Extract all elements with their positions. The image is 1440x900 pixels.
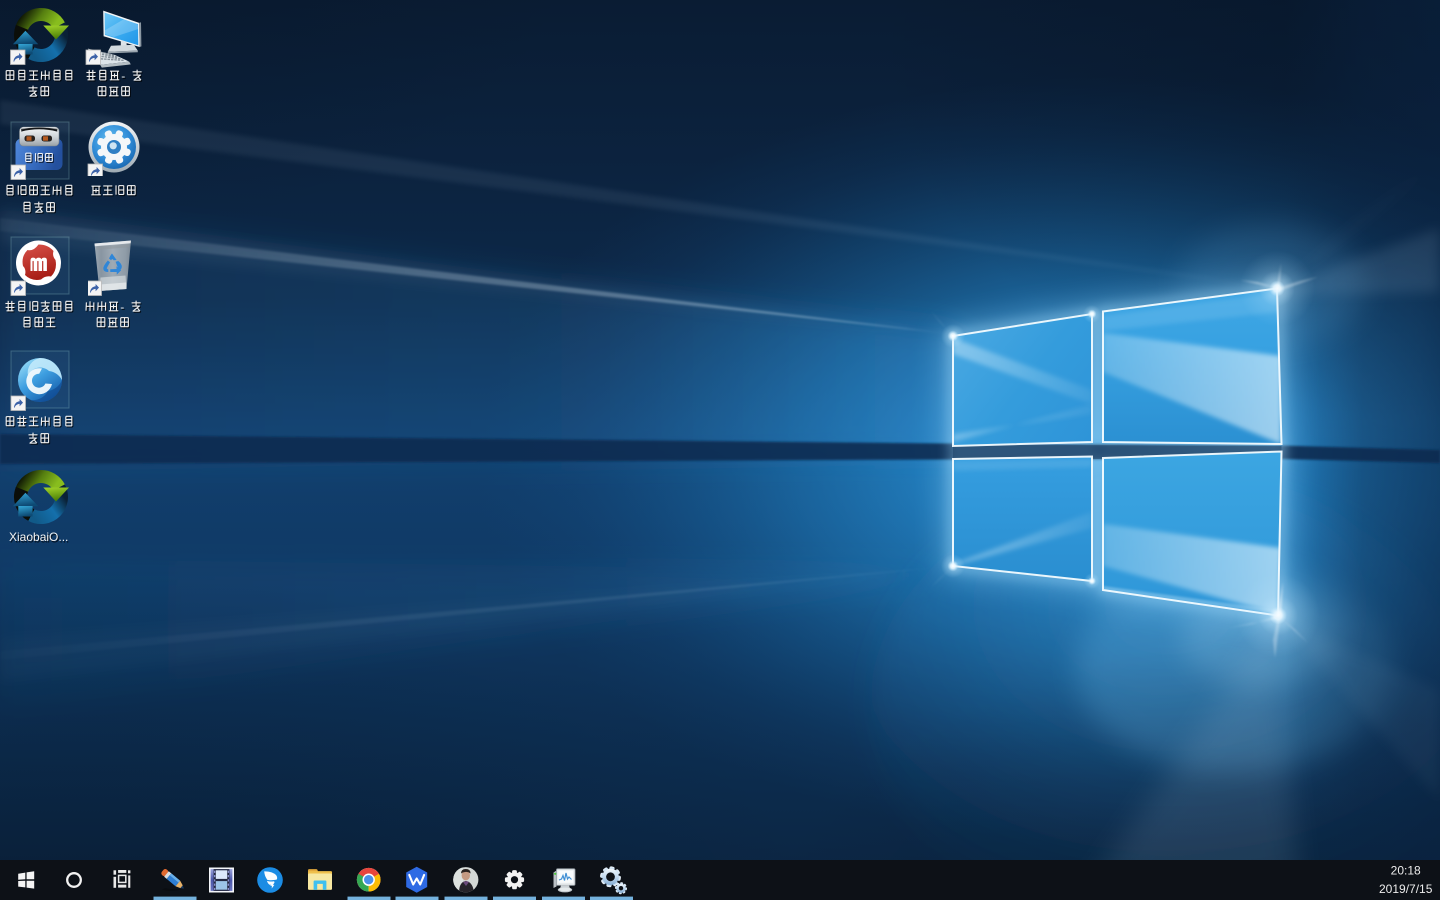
svg-text:20:18: 20:18 [1391,864,1421,878]
svg-text:2019/7/15: 2019/7/15 [1379,882,1433,896]
svg-text:-: - [120,300,124,314]
svg-text:XiaobaiO...: XiaobaiO... [9,530,68,544]
svg-text:-: - [121,69,125,83]
